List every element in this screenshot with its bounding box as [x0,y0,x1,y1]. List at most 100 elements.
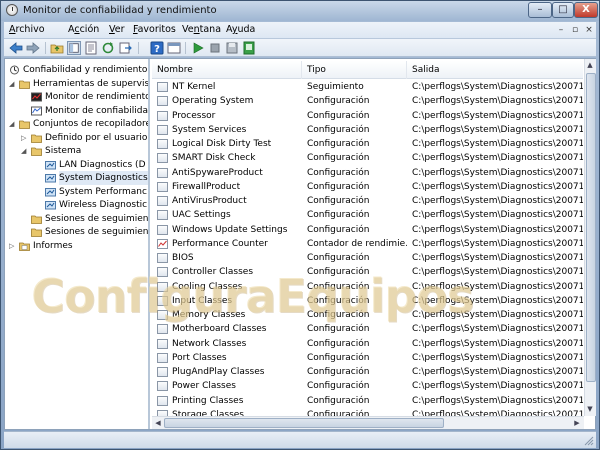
collapse-arrow-icon[interactable]: ◢ [9,121,16,128]
status-bar [4,431,596,448]
menu-favoritos[interactable]: Favoritos [133,24,176,35]
list-item[interactable]: Port Classes Configuración C:\perflogs\Sys… [152,351,583,365]
column-header-tipo[interactable]: Tipo [302,61,407,79]
tree-item[interactable]: Sesiones de seguimient [5,212,148,226]
list-item[interactable]: Power Classes Configuración C:\perflogs\Sy… [152,379,583,393]
close-button[interactable]: X [574,2,598,18]
latest-report-icon[interactable] [242,41,256,55]
mdi-close-button[interactable]: × [582,24,596,36]
list-item[interactable]: Cooling Classes Configuración C:\perflogs\… [152,280,583,294]
show-hide-tree-icon[interactable] [67,41,81,55]
list-item[interactable]: Controller Classes Configuración C:\perflo… [152,265,583,279]
list-item[interactable]: UAC Settings Configuración C:\perflogs\Sys… [152,208,583,222]
help-icon[interactable]: ? [150,41,164,55]
list-item[interactable]: Motherboard Classes Configuración C:\perfl… [152,322,583,336]
tree-item[interactable]: ▷ Informes [5,239,148,253]
cell-nombre: NT Kernel [172,82,216,92]
scroll-down-arrow-icon[interactable]: ▼ [585,404,595,414]
collapse-arrow-icon[interactable]: ◢ [21,148,28,155]
forward-arrow-icon[interactable] [26,41,40,55]
list-item[interactable]: Logical Disk Dirty Test Configuración C:\p… [152,137,583,151]
properties-icon[interactable] [84,41,98,55]
maximize-button[interactable]: □ [552,2,574,18]
trace-icon [157,82,168,92]
configuration-icon [157,338,168,349]
list-item[interactable]: Printing Classes Configuración C:\perflogs… [152,394,583,408]
configuration-icon [157,310,168,320]
title-bar[interactable]: Monitor de confiabilidad y rendimiento –… [1,1,599,21]
tree-item-label: Informes [33,240,73,251]
column-header-nombre[interactable]: Nombre [152,61,302,79]
tree-item[interactable]: Monitor de rendimiento [5,90,148,104]
tree-item[interactable]: Confiabilidad y rendimiento [5,63,148,77]
tree-item[interactable]: Sesiones de seguimient [5,225,148,239]
menu-ver[interactable]: Ver [109,24,125,35]
toolbar-separator [138,42,139,54]
cell-salida: C:\perflogs\System\Diagnostics\20071108- [412,82,583,92]
cell-nombre: AntiSpywareProduct [172,167,263,178]
tree-item[interactable]: System Diagnostics [5,171,148,185]
column-header-salida[interactable]: Salida [407,61,583,79]
mdi-minimize-button[interactable]: – [554,24,568,36]
list-item[interactable]: AntiVirusProduct Configuración C:\perflogs… [152,194,583,208]
back-arrow-icon[interactable] [9,41,23,55]
tree-item[interactable]: Monitor de confiabilidad [5,104,148,118]
cell-salida: C:\perflogs\System\Diagnostics\20071108- [412,210,583,221]
cell-tipo: Configuración [307,367,370,377]
menu-ayuda[interactable]: Ayuda [226,24,255,35]
tree-item[interactable]: System Performanc [5,185,148,199]
stop-icon[interactable] [208,41,222,55]
list-item[interactable]: SMART Disk Check Configuración C:\perflogs… [152,151,583,165]
horizontal-scroll-thumb[interactable] [164,418,444,428]
minimize-button[interactable]: – [528,2,552,18]
cell-nombre: Memory Classes [172,310,246,320]
vertical-scrollbar[interactable]: ▲ ▼ [584,59,596,416]
tree-item[interactable]: ▷ Definido por el usuario [5,131,148,145]
list-item[interactable]: Performance Counter Contador de rendimie.… [152,237,583,251]
mdi-restore-button[interactable]: ▫ [568,24,582,36]
tree-item[interactable]: ◢ Herramientas de supervisión [5,77,150,91]
export-list-icon[interactable] [118,41,132,55]
list-item[interactable]: Windows Update Settings Configuración C:\p… [152,223,583,237]
menu-accion[interactable]: Acción [68,24,99,35]
cell-tipo: Configuración [307,267,370,278]
list-item[interactable]: AntiSpywareProduct Configuración C:\perflo… [152,166,583,180]
list-item[interactable]: BIOS Configuración C:\perflogs\System\Diag… [152,251,583,265]
list-item[interactable]: Input Classes Configuración C:\perflogs\Sy… [152,294,583,308]
cell-nombre: UAC Settings [172,210,231,221]
refresh-icon[interactable] [101,41,115,55]
tree-item[interactable]: ◢ Conjuntos de recopiladores [5,117,148,131]
list-item[interactable]: NT Kernel Seguimiento C:\perflogs\System\D… [152,80,583,94]
tree-item-label: Herramientas de supervisión [33,78,150,89]
scroll-left-arrow-icon[interactable]: ◀ [153,418,163,428]
console-icon[interactable] [167,41,181,55]
cell-nombre: Windows Update Settings [172,224,288,235]
menu-archivo[interactable]: Archivo [9,24,45,35]
tree-item[interactable]: LAN Diagnostics (D [5,158,148,172]
list-item[interactable]: Storage Classes Configuración C:\perflogs\… [152,408,583,416]
tree-item[interactable]: Wireless Diagnostic [5,198,148,212]
start-icon[interactable] [191,41,205,55]
scroll-right-arrow-icon[interactable]: ▶ [572,418,582,428]
up-folder-icon[interactable] [50,41,64,55]
list-item[interactable]: FirewallProduct Configuración C:\perflogs\… [152,180,583,194]
tree-item[interactable]: ◢ Sistema [5,144,148,158]
menu-ventana[interactable]: Ventana [182,24,221,35]
list-item[interactable]: Operating System Configuración C:\perflogs… [152,94,583,108]
vertical-scroll-thumb[interactable] [586,73,596,382]
list-item[interactable]: Processor Configuración C:\perflogs\System… [152,109,583,123]
list-item[interactable]: System Services Configuración C:\perflogs\… [152,123,583,137]
collapse-arrow-icon[interactable]: ◢ [9,80,16,88]
save-template-icon[interactable] [225,41,239,55]
list-item[interactable]: Memory Classes Configuración C:\perflogs\S… [152,308,583,322]
resize-grip-icon[interactable] [584,436,594,446]
list-item[interactable]: Network Classes Configuración C:\perflogs\… [152,337,583,351]
list-item[interactable]: PlugAndPlay Classes Configuración C:\perfl… [152,365,583,379]
expand-arrow-icon[interactable]: ▷ [9,242,16,250]
navigation-tree: Confiabilidad y rendimiento ◢ Herramientas… [5,59,150,429]
toolbar: ? [4,39,596,57]
scroll-up-arrow-icon[interactable]: ▲ [585,60,595,70]
horizontal-scrollbar[interactable]: ◀ ▶ [152,416,584,429]
window-title: Monitor de confiabilidad y rendimiento [23,5,217,16]
expand-arrow-icon[interactable]: ▷ [21,134,28,142]
